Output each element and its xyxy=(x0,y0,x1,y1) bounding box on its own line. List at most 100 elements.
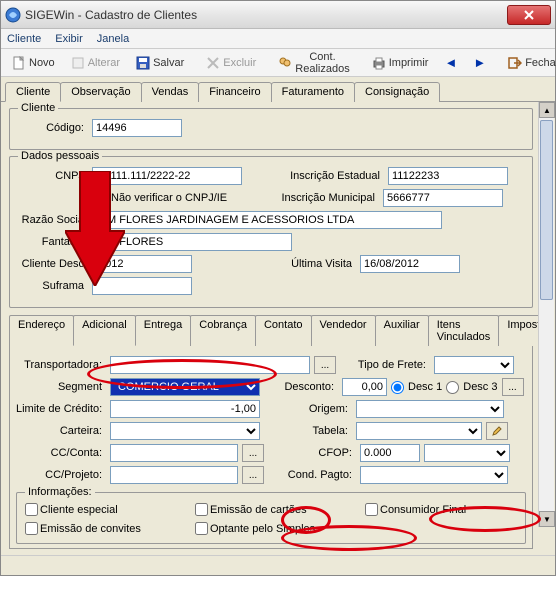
fantasia-input[interactable] xyxy=(92,233,292,251)
desc3-label: Desc 3 xyxy=(463,381,497,393)
nav-next-button[interactable]: ► xyxy=(466,52,493,73)
tabela-label: Tabela: xyxy=(264,425,352,437)
limite-input[interactable] xyxy=(110,400,260,418)
tabela-select[interactable] xyxy=(356,422,482,440)
tab-observacao[interactable]: Observação xyxy=(60,82,141,102)
adicional-form: Transportadora: ... Tipo de Frete: Segme… xyxy=(9,346,533,549)
menubar: Cliente Exibir Janela xyxy=(1,29,555,49)
scroll-track[interactable] xyxy=(539,118,554,511)
salvar-button[interactable]: Salvar xyxy=(129,53,191,73)
razao-label: Razão Socia xyxy=(18,214,88,226)
emissao-cartoes-checkbox[interactable] xyxy=(195,503,208,516)
razao-input[interactable] xyxy=(92,211,442,229)
menu-exibir[interactable]: Exibir xyxy=(55,33,83,45)
desconto-input[interactable] xyxy=(342,378,387,396)
desc3-radio[interactable] xyxy=(446,381,459,394)
statusbar xyxy=(1,555,555,575)
ie-input[interactable] xyxy=(388,167,508,185)
menu-janela[interactable]: Janela xyxy=(97,33,129,45)
optante-simples-checkbox[interactable] xyxy=(195,522,208,535)
ccprojeto-label: CC/Projeto: xyxy=(16,469,106,481)
group-cliente: Cliente Código: xyxy=(9,108,533,150)
desconto-lookup-button[interactable]: ... xyxy=(502,378,524,396)
scroll-up-button[interactable]: ▲ xyxy=(539,102,555,118)
itab-entrega[interactable]: Entrega xyxy=(135,315,192,346)
edit-icon xyxy=(71,56,85,70)
tipo-frete-label: Tipo de Frete: xyxy=(340,359,430,371)
nao-verificar-checkbox[interactable] xyxy=(92,192,105,205)
desde-input[interactable] xyxy=(92,255,192,273)
fechar-button[interactable]: Fechar xyxy=(501,53,556,73)
itab-itens[interactable]: Itens Vinculados xyxy=(428,315,500,346)
origem-label: Origem: xyxy=(264,403,352,415)
suframa-input[interactable] xyxy=(92,277,192,295)
tab-faturamento[interactable]: Faturamento xyxy=(271,82,355,102)
ultima-input[interactable] xyxy=(360,255,460,273)
menu-cliente[interactable]: Cliente xyxy=(7,33,41,45)
tab-consignacao[interactable]: Consignação xyxy=(354,82,440,102)
content-area: Cliente Código: Dados pessoais CNPJ Insc… xyxy=(1,102,555,555)
tab-vendas[interactable]: Vendas xyxy=(141,82,200,102)
scroll-down-button[interactable]: ▼ xyxy=(539,511,555,527)
imprimir-button[interactable]: Imprimir xyxy=(365,53,436,73)
cliente-especial-label: Cliente especial xyxy=(40,504,118,516)
consumidor-final-checkbox[interactable] xyxy=(365,503,378,516)
transportadora-lookup-button[interactable]: ... xyxy=(314,356,336,374)
close-button[interactable] xyxy=(507,5,551,25)
ccconta-input[interactable] xyxy=(110,444,238,462)
emissao-convites-checkbox[interactable] xyxy=(25,522,38,535)
inner-tabstrip: Endereço Adicional Entrega Cobrança Cont… xyxy=(9,314,533,346)
im-input[interactable] xyxy=(383,189,503,207)
scroll-thumb[interactable] xyxy=(540,120,553,300)
tab-cliente[interactable]: Cliente xyxy=(5,82,61,102)
segmento-select[interactable]: COMERCIO GERAL xyxy=(110,378,260,396)
cfop-select[interactable] xyxy=(424,444,510,462)
print-icon xyxy=(372,56,386,70)
arrow-left-icon: ◄ xyxy=(444,55,457,70)
transportadora-input[interactable] xyxy=(110,356,310,374)
toolbar: Novo Alterar Salvar Excluir Cont. Realiz… xyxy=(1,49,555,77)
codigo-label: Código: xyxy=(18,122,88,134)
ccprojeto-lookup-button[interactable]: ... xyxy=(242,466,264,484)
window-title: SIGEWin - Cadastro de Clientes xyxy=(25,8,197,22)
origem-select[interactable] xyxy=(356,400,504,418)
fantasia-label: Fantasia xyxy=(18,236,88,248)
exit-icon xyxy=(508,56,522,70)
desde-label: Cliente Desc xyxy=(18,258,88,270)
cont-realizados-button[interactable]: Cont. Realizados xyxy=(271,48,356,78)
ie-label: Inscrição Estadual xyxy=(266,170,384,182)
titlebar: SIGEWin - Cadastro de Clientes xyxy=(1,1,555,29)
desc1-label: Desc 1 xyxy=(408,381,442,393)
suframa-label: Suframa xyxy=(18,280,88,292)
optante-simples-label: Optante pelo Simples xyxy=(210,523,315,535)
codigo-input[interactable] xyxy=(92,119,182,137)
itab-auxiliar[interactable]: Auxiliar xyxy=(375,315,429,346)
nav-prev-button[interactable]: ◄ xyxy=(437,52,464,73)
cfop-label: CFOP: xyxy=(268,447,356,459)
excluir-button[interactable]: Excluir xyxy=(199,53,263,73)
itab-vendedor[interactable]: Vendedor xyxy=(311,315,376,346)
carteira-select[interactable] xyxy=(110,422,260,440)
condpagto-label: Cond. Pagto: xyxy=(268,469,356,481)
arrow-right-icon: ► xyxy=(473,55,486,70)
app-window: SIGEWin - Cadastro de Clientes Cliente E… xyxy=(0,0,556,576)
group-informacoes: Informações: Cliente especial Emissão de… xyxy=(16,492,526,544)
desc1-radio[interactable] xyxy=(391,381,404,394)
cfop-input[interactable] xyxy=(360,444,420,462)
condpagto-select[interactable] xyxy=(360,466,508,484)
tab-financeiro[interactable]: Financeiro xyxy=(198,82,271,102)
tabela-edit-button[interactable] xyxy=(486,422,508,440)
group-dados-legend: Dados pessoais xyxy=(18,150,102,162)
alterar-button[interactable]: Alterar xyxy=(64,53,127,73)
itab-cobranca[interactable]: Cobrança xyxy=(190,315,256,346)
itab-contato[interactable]: Contato xyxy=(255,315,312,346)
ccconta-lookup-button[interactable]: ... xyxy=(242,444,264,462)
itab-adicional[interactable]: Adicional xyxy=(73,315,136,346)
ccprojeto-input[interactable] xyxy=(110,466,238,484)
itab-endereco[interactable]: Endereço xyxy=(9,315,74,346)
cnpj-input[interactable] xyxy=(92,167,242,185)
novo-button[interactable]: Novo xyxy=(5,53,62,73)
cliente-especial-checkbox[interactable] xyxy=(25,503,38,516)
tipo-frete-select[interactable] xyxy=(434,356,514,374)
vertical-scrollbar[interactable]: ▲ ▼ xyxy=(538,102,554,527)
